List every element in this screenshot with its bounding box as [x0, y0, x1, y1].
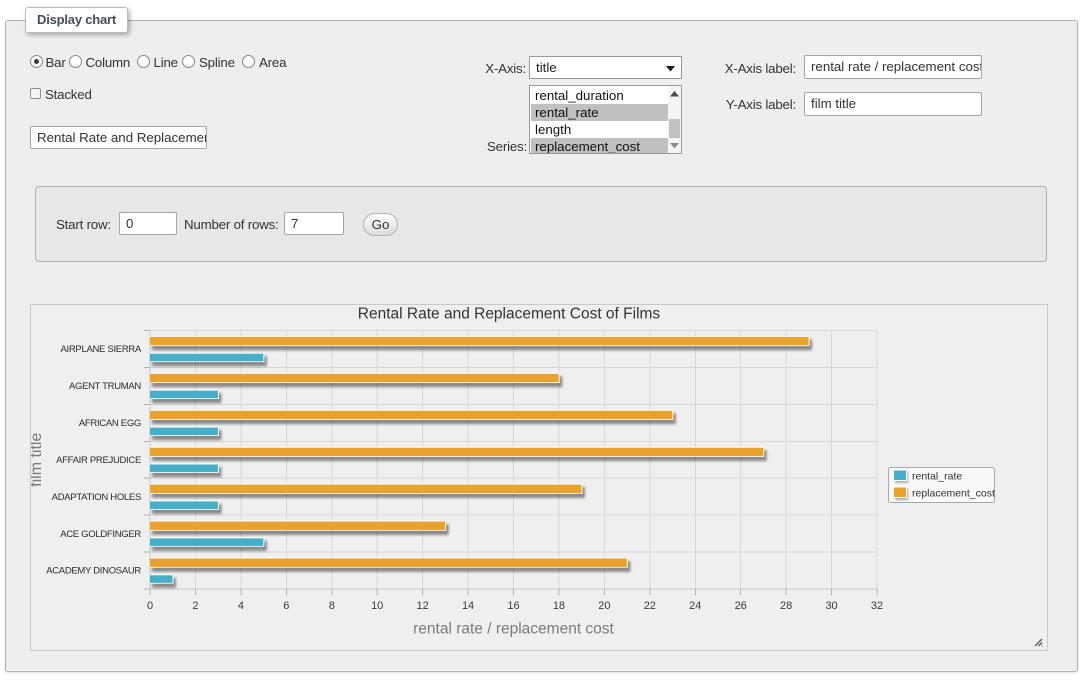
- svg-text:18: 18: [553, 600, 565, 612]
- svg-text:0: 0: [147, 600, 153, 612]
- svg-text:ACADEMY DINOSAUR: ACADEMY DINOSAUR: [46, 566, 141, 577]
- svg-text:26: 26: [735, 600, 747, 612]
- svg-text:2: 2: [192, 600, 198, 612]
- svg-text:rental_rate: rental_rate: [912, 471, 962, 483]
- svg-text:12: 12: [417, 600, 429, 612]
- svg-text:replacement_cost: replacement_cost: [912, 488, 995, 500]
- svg-text:film title: film title: [31, 433, 45, 487]
- svg-text:ADAPTATION HOLES: ADAPTATION HOLES: [52, 492, 141, 503]
- svg-text:22: 22: [644, 600, 656, 612]
- svg-text:16: 16: [507, 600, 519, 612]
- svg-text:Rental Rate and Replacement Co: Rental Rate and Replacement Cost of Film…: [358, 306, 661, 323]
- svg-text:rental rate / replacement cost: rental rate / replacement cost: [413, 621, 614, 638]
- svg-text:ACE GOLDFINGER: ACE GOLDFINGER: [60, 529, 141, 540]
- svg-text:4: 4: [238, 600, 244, 612]
- svg-text:AGENT TRUMAN: AGENT TRUMAN: [69, 381, 141, 392]
- svg-text:6: 6: [283, 600, 289, 612]
- svg-text:10: 10: [371, 600, 383, 612]
- svg-text:AIRPLANE SIERRA: AIRPLANE SIERRA: [61, 344, 142, 355]
- svg-text:14: 14: [462, 600, 474, 612]
- svg-text:24: 24: [689, 600, 701, 612]
- svg-text:30: 30: [825, 600, 837, 612]
- svg-text:20: 20: [598, 600, 610, 612]
- svg-text:AFRICAN EGG: AFRICAN EGG: [79, 418, 141, 429]
- svg-text:28: 28: [780, 600, 792, 612]
- svg-text:32: 32: [871, 600, 883, 612]
- svg-text:AFFAIR PREJUDICE: AFFAIR PREJUDICE: [56, 455, 141, 466]
- svg-text:8: 8: [329, 600, 335, 612]
